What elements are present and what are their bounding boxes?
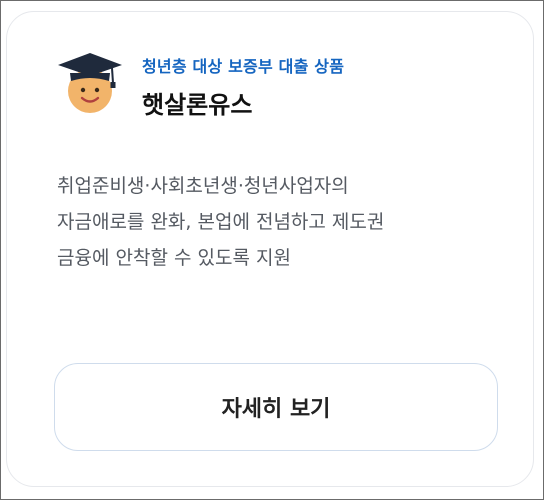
window-frame: 청년층 대상 보증부 대출 상품 햇살론유스 취업준비생·사회초년생·청년사업자… bbox=[0, 0, 544, 500]
product-description: 취업준비생·사회초년생·청년사업자의 자금애로를 완화, 본업에 전념하고 제도… bbox=[57, 168, 497, 276]
description-line: 취업준비생·사회초년생·청년사업자의 bbox=[57, 175, 349, 197]
graduate-mascot-icon bbox=[58, 53, 122, 113]
product-subtitle: 청년층 대상 보증부 대출 상품 bbox=[142, 57, 345, 76]
description-line: 자금애로를 완화, 본업에 전념하고 제도권 bbox=[57, 211, 385, 233]
product-title: 햇살론유스 bbox=[142, 91, 253, 119]
details-button[interactable]: 자세히 보기 bbox=[54, 363, 498, 451]
description-line: 금융에 안착할 수 있도록 지원 bbox=[57, 247, 291, 269]
